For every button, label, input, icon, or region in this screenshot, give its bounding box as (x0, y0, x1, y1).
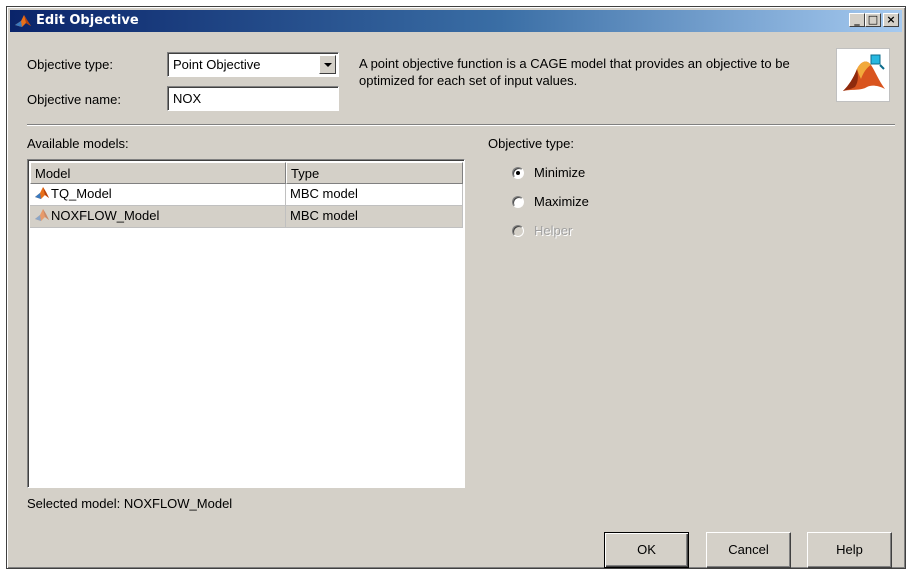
column-header-type[interactable]: Type (286, 162, 463, 184)
model-cell: TQ_Model (30, 184, 286, 206)
model-name: TQ_Model (51, 186, 112, 201)
maximize-label: Maximize (534, 194, 589, 209)
selected-model-text: Selected model: NOXFLOW_Model (27, 496, 233, 511)
objective-description: A point objective function is a CAGE mod… (359, 56, 790, 88)
maximize-button[interactable]: □ (865, 13, 881, 27)
minimize-label: Minimize (534, 165, 586, 180)
cancel-button[interactable]: Cancel (706, 532, 791, 568)
model-icon (35, 187, 49, 199)
header-separator (27, 124, 895, 126)
objective-name-label: Objective name: (27, 92, 121, 107)
edit-objective-dialog: Edit Objective _ □ × Objective type: Poi… (6, 6, 906, 569)
radio-button (512, 225, 524, 237)
column-header-model[interactable]: Model (30, 162, 286, 184)
objective-name-input[interactable] (167, 86, 339, 111)
objective-type-dropdown[interactable]: Point Objective (167, 52, 339, 77)
ok-button[interactable]: OK (604, 532, 689, 568)
radio-button[interactable] (512, 196, 524, 208)
model-icon (35, 209, 49, 221)
available-models-label: Available models: (27, 136, 129, 151)
objective-type-group-label: Objective type: (488, 136, 574, 151)
radio-button[interactable] (512, 167, 524, 179)
matlab-icon (15, 15, 31, 27)
minimize-button[interactable]: _ (849, 13, 865, 27)
type-cell: MBC model (286, 206, 463, 228)
window-title: Edit Objective (36, 13, 139, 28)
table-row[interactable]: NOXFLOW_Model MBC model (30, 206, 463, 228)
objective-type-label: Objective type: (27, 57, 113, 72)
table-row[interactable]: TQ_Model MBC model (30, 184, 463, 206)
model-cell: NOXFLOW_Model (30, 206, 286, 228)
type-cell: MBC model (286, 184, 463, 206)
chevron-down-icon[interactable] (319, 55, 336, 74)
helper-label: Helper (534, 223, 573, 238)
title-bar[interactable]: Edit Objective _ □ × (10, 10, 902, 32)
objective-type-value: Point Objective (173, 57, 261, 72)
models-table[interactable]: Model Type TQ_Model MBC model NOXFLOW_Mo… (27, 159, 465, 488)
table-header: Model Type (30, 162, 463, 184)
matlab-membrane-icon (836, 48, 890, 102)
help-button[interactable]: Help (807, 532, 892, 568)
model-name: NOXFLOW_Model (51, 208, 160, 223)
close-button[interactable]: × (883, 13, 899, 27)
